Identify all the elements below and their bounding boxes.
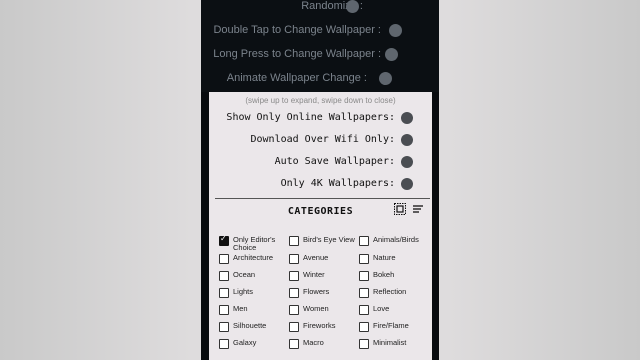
checkbox[interactable] — [289, 305, 299, 315]
animate-row[interactable]: Animate Wallpaper Change : — [201, 70, 439, 88]
checkbox[interactable] — [289, 339, 299, 349]
checkbox[interactable] — [359, 236, 369, 246]
checkbox[interactable] — [289, 271, 299, 281]
checkbox[interactable] — [219, 305, 229, 315]
category-label: Lights — [233, 287, 254, 296]
sort-icon[interactable] — [412, 203, 424, 215]
category-label: Fire/Flame — [373, 321, 409, 330]
category-label: Bokeh — [373, 270, 395, 279]
checkbox[interactable] — [359, 288, 369, 298]
wifi-only-label: Download Over Wifi Only: — [250, 134, 396, 145]
swipe-hint: (swipe up to expand, swipe down to close… — [245, 96, 396, 105]
category-label: Winter — [303, 270, 325, 279]
category-label: Silhouette — [233, 321, 267, 330]
category-label: Minimalist — [373, 338, 407, 347]
randomize-row[interactable]: Randomize : — [201, 0, 439, 16]
category-label: Avenue — [303, 253, 329, 262]
checkbox-checked[interactable] — [219, 234, 229, 246]
category-label: Macro — [303, 338, 324, 347]
category-label: Ocean — [233, 270, 256, 279]
dimmed-settings-panel: Randomize : Double Tap to Change Wallpap… — [201, 0, 439, 92]
animate-label: Animate Wallpaper Change : — [226, 72, 367, 84]
only-4k-row[interactable]: Only 4K Wallpapers: — [209, 174, 432, 194]
online-only-row[interactable]: Show Only Online Wallpapers: — [209, 108, 432, 128]
category-label: Animals/Birds — [373, 235, 419, 244]
checkbox[interactable] — [359, 271, 369, 281]
double-tap-row[interactable]: Double Tap to Change Wallpaper : — [201, 22, 439, 40]
long-press-label: Long Press to Change Wallpaper : — [213, 48, 381, 60]
checkbox[interactable] — [289, 254, 299, 264]
checkbox[interactable] — [359, 339, 369, 349]
category-label: Men — [233, 304, 248, 313]
category-label: Galaxy — [233, 338, 257, 347]
category-label: Architecture — [233, 253, 274, 262]
checkbox[interactable] — [219, 339, 229, 349]
checkbox[interactable] — [289, 236, 299, 246]
checkbox[interactable] — [219, 288, 229, 298]
checkbox[interactable] — [289, 322, 299, 332]
category-label: Love — [373, 304, 390, 313]
checkbox[interactable] — [219, 254, 229, 264]
divider — [215, 198, 430, 199]
checkbox[interactable] — [219, 271, 229, 281]
checkbox[interactable] — [289, 288, 299, 298]
auto-save-row[interactable]: Auto Save Wallpaper: — [209, 152, 432, 172]
category-label: Flowers — [303, 287, 330, 296]
only-4k-label: Only 4K Wallpapers: — [280, 178, 395, 189]
category-label: Bird's Eye View — [303, 235, 355, 244]
double-tap-label: Double Tap to Change Wallpaper : — [213, 24, 381, 36]
checkbox[interactable] — [359, 305, 369, 315]
category-label: Reflection — [373, 287, 407, 296]
checkbox[interactable] — [219, 322, 229, 332]
phone-screen: Randomize : Double Tap to Change Wallpap… — [201, 0, 439, 360]
checkbox[interactable] — [359, 322, 369, 332]
wifi-only-row[interactable]: Download Over Wifi Only: — [209, 130, 432, 150]
category-label: Women — [303, 304, 329, 313]
long-press-row[interactable]: Long Press to Change Wallpaper : — [201, 46, 439, 64]
category-label: Only Editor's Choice — [233, 235, 276, 252]
bottom-sheet[interactable]: (swipe up to expand, swipe down to close… — [209, 92, 432, 360]
category-label: Fireworks — [303, 321, 336, 330]
select-all-icon[interactable] — [394, 203, 406, 215]
online-only-label: Show Only Online Wallpapers: — [226, 112, 395, 123]
category-label: Nature — [373, 253, 396, 262]
auto-save-label: Auto Save Wallpaper: — [274, 156, 395, 167]
checkbox[interactable] — [359, 254, 369, 264]
